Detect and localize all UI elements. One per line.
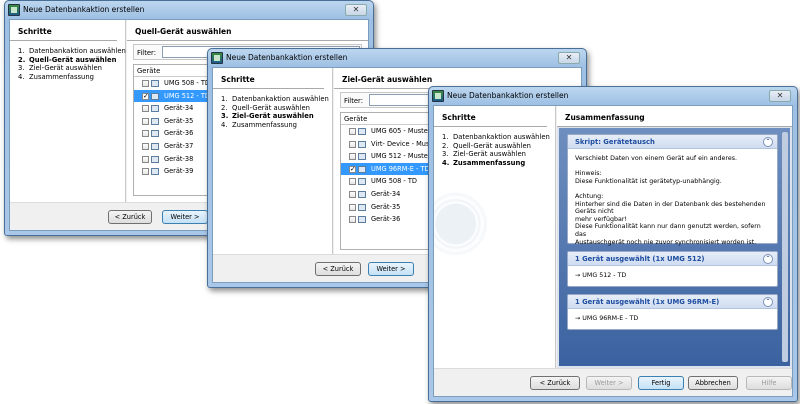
script-section: Skript: Gerätetausch ⌃ Verschiebt Daten v… [567,134,778,246]
section-header[interactable]: 1 Gerät ausgewählt (1x UMG 512) ⌃ [568,252,777,266]
app-icon [432,90,444,102]
device-icon [358,128,366,135]
device-icon [358,153,366,161]
device-icon [358,140,366,148]
steps-panel: Schritte 1. Datenbankaktion auswählen 2. Q… [434,106,556,368]
client-area: Schritte 1. Datenbankaktion auswählen 2. Q… [433,105,793,397]
dialog-summary: Neue Datenbankaktion erstellen ✕ Schritt… [428,86,798,402]
checkbox[interactable] [349,203,356,211]
checkbox[interactable] [349,128,356,135]
section-body: → UMG 512 - TD [575,272,627,279]
close-icon[interactable]: ✕ [558,52,580,64]
steps-header: Schritte [434,106,547,127]
close-icon[interactable]: ✕ [345,4,367,16]
device-icon [151,155,159,163]
finish-button[interactable]: Fertig [638,376,684,390]
close-icon[interactable]: ✕ [769,90,791,102]
app-icon [211,52,223,64]
step-item: 1. Datenbankaktion auswählen [442,133,550,141]
summary-panel: Skript: Gerätetausch ⌃ Verschiebt Daten v… [559,128,790,366]
section-body: → UMG 96RM-E - TD [575,315,639,322]
target-device-section: 1 Gerät ausgewählt (1x UMG 96RM-E) ⌃ → UM… [567,294,778,330]
steps-panel: Schritte 1. Datenbankaktion auswählen 2. Q… [10,20,126,202]
filter-label: Filter: [344,97,364,105]
device-icon [151,105,159,113]
step-item: 1. Datenbankaktion auswählen [18,47,126,55]
steps-list: 1. Datenbankaktion auswählen 2. Quell-Gerä… [213,95,332,129]
next-button[interactable]: Weiter > [368,262,414,276]
window-title: Neue Datenbankaktion erstellen [226,53,348,62]
app-icon [8,4,20,16]
step-item: 3. Ziel-Gerät auswählen [442,150,526,158]
steps-list: 1. Datenbankaktion auswählen 2. Quell-Gerä… [10,47,126,81]
back-button[interactable]: < Zurück [315,262,361,276]
step-item-current: 4. Zusammenfassung [442,158,526,167]
checkbox[interactable] [349,190,356,198]
checkbox-checked[interactable] [349,163,356,175]
collapse-icon[interactable]: ⌃ [763,137,773,147]
vertical-scrollbar[interactable] [782,132,788,362]
main-header: Quell-Gerät auswählen [127,20,368,41]
checkbox[interactable] [349,216,356,224]
step-item-current: 2. Quell-Gerät auswählen [18,55,117,64]
step-item: 4. Zusammenfassung [18,72,94,81]
main-header: Zusammenfassung [557,106,792,127]
steps-list: 1. Datenbankaktion auswählen 2. Quell-Gerä… [434,133,555,167]
device-icon [151,117,159,125]
step-item: 3. Ziel-Gerät auswählen [18,64,102,72]
device-icon [151,142,159,150]
next-button[interactable]: Weiter > [162,210,208,224]
collapse-icon[interactable]: ⌃ [763,297,773,307]
steps-header: Schritte [10,20,117,41]
steps-header: Schritte [213,68,324,89]
section-header[interactable]: 1 Gerät ausgewählt (1x UMG 96RM-E) ⌃ [568,295,777,309]
device-icon [151,80,159,87]
device-icon [358,178,366,186]
step-item: 2. Quell-Gerät auswählen [221,103,310,112]
filter-label: Filter: [137,49,157,57]
title-bar: Neue Datenbankaktion erstellen ✕ [5,1,373,19]
checkbox[interactable] [142,130,149,138]
device-icon [151,130,159,138]
collapse-icon[interactable]: ⌃ [763,254,773,264]
step-item: 4. Zusammenfassung [221,120,297,129]
source-device-section: 1 Gerät ausgewählt (1x UMG 512) ⌃ → UMG 5… [567,251,778,287]
checkbox[interactable] [142,168,149,176]
device-icon [358,190,366,198]
help-button[interactable]: Hilfe [746,376,792,390]
checkbox[interactable] [142,80,149,87]
cancel-button[interactable]: Abbrechen [688,376,738,390]
checkbox[interactable] [142,142,149,150]
window-title: Neue Datenbankaktion erstellen [447,91,569,100]
device-icon [358,216,366,224]
checkbox[interactable] [142,117,149,125]
back-button[interactable]: < Zurück [108,210,152,224]
checkbox-checked[interactable] [142,90,149,102]
device-icon [358,203,366,211]
device-icon [151,168,159,176]
step-item: 1. Datenbankaktion auswählen [221,95,329,103]
title-bar: Neue Datenbankaktion erstellen ✕ [429,87,797,105]
checkbox[interactable] [349,178,356,186]
step-item-current: 3. Ziel-Gerät auswählen [221,112,314,120]
device-icon [358,165,366,173]
button-bar: < Zurück Weiter > Fertig Abbrechen Hilfe [434,368,792,396]
title-bar: Neue Datenbankaktion erstellen ✕ [208,49,586,67]
steps-panel: Schritte 1. Datenbankaktion auswählen 2. Q… [213,68,333,254]
checkbox[interactable] [349,140,356,148]
window-title: Neue Datenbankaktion erstellen [23,5,145,14]
summary-area: Zusammenfassung Skript: Gerätetausch ⌃ Ve… [557,106,792,368]
checkbox[interactable] [349,153,356,161]
device-icon [151,92,159,100]
checkbox[interactable] [142,105,149,113]
back-button[interactable]: < Zurück [530,376,580,390]
checkbox[interactable] [142,155,149,163]
step-item: 2. Quell-Gerät auswählen [442,141,531,150]
next-button[interactable]: Weiter > [586,376,632,390]
section-header[interactable]: Skript: Gerätetausch ⌃ [568,135,777,149]
section-body: Verschiebt Daten von einem Gerät auf ein… [575,155,766,246]
